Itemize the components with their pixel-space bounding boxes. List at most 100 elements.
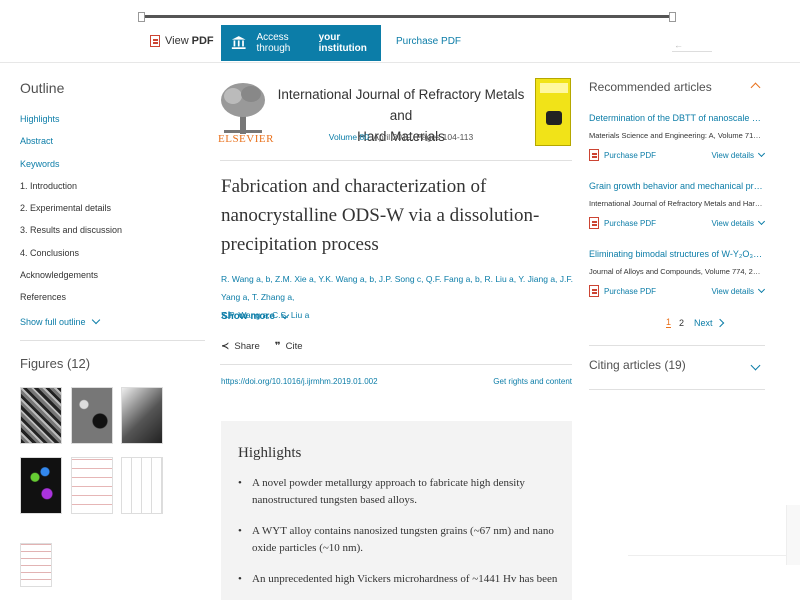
recommended-article: Grain growth behavior and mechanical pro… — [589, 181, 766, 229]
highlights-title: Highlights — [238, 445, 302, 461]
view-details-label: View details — [711, 218, 754, 228]
arrow-left-icon: ← — [674, 40, 683, 50]
meta-divider — [220, 364, 572, 365]
outline-item-acknowledgements[interactable]: Acknowledgements — [20, 270, 205, 292]
journal-meta: Volume 80, April 2019, Pages 104-113 — [276, 132, 526, 142]
recommended-title: Recommended articles — [589, 80, 712, 94]
journal-title-line1: International Journal of Refractory Meta… — [277, 87, 525, 123]
pdf-icon — [150, 35, 160, 47]
outline-item-results[interactable]: 3. Results and discussion — [20, 225, 205, 247]
share-icon: ≺ — [221, 341, 230, 352]
authors-line1[interactable]: R. Wang a, b, Z.M. Xie a, Y.K. Wang a, b… — [221, 270, 573, 306]
institution-icon — [231, 36, 246, 50]
show-more-button[interactable]: Show more — [221, 310, 290, 322]
outline-item-references[interactable]: References — [20, 292, 205, 314]
window-top-bar — [138, 12, 676, 22]
bottom-ghost-line — [628, 555, 788, 556]
doi-link[interactable]: https://doi.org/10.1016/j.ijrmhm.2019.01… — [221, 377, 378, 386]
pdf-icon — [589, 217, 599, 229]
access-bold: your institution — [318, 32, 367, 54]
outline-title: Outline — [20, 80, 65, 96]
purchase-pdf-link[interactable]: Purchase PDF — [589, 217, 656, 229]
scrollbar-ghost[interactable] — [786, 505, 800, 565]
chevron-down-icon — [757, 149, 766, 158]
header-divider — [220, 160, 572, 161]
recommended-article-title[interactable]: Determination of the DBTT of nanoscale Z… — [589, 113, 764, 123]
highlight-item: An unprecedented high Vickers microhardn… — [238, 571, 558, 588]
show-full-outline-link[interactable]: Show full outline — [20, 315, 205, 327]
journal-date-pages: , April 2019, Pages 104-113 — [368, 132, 474, 142]
publisher-logo-text: ELSEVIER — [218, 133, 274, 145]
outline-item-conclusions[interactable]: 4. Conclusions — [20, 248, 205, 270]
quote-icon: ❞ — [274, 341, 281, 352]
chevron-right-icon — [715, 318, 724, 327]
chevron-down-icon — [757, 285, 766, 294]
recommended-panel: Recommended articles Determination of th… — [589, 80, 766, 340]
pdf-icon — [589, 149, 599, 161]
next-label: Next — [694, 317, 713, 328]
share-cite-bar: ≺ Share ❞ Cite — [221, 341, 318, 352]
access-institution-button[interactable]: Access through your institution — [221, 25, 381, 61]
rights-link[interactable]: Get rights and content — [472, 377, 572, 386]
figure-thumbnail[interactable] — [20, 543, 52, 587]
next-page-button[interactable]: Next — [694, 317, 724, 328]
outline-list: Highlights Abstract Keywords 1. Introduc… — [20, 114, 205, 315]
article-title: Fabrication and characterization of nano… — [221, 176, 540, 255]
right-divider-2 — [589, 389, 765, 390]
view-details-link[interactable]: View details — [711, 217, 766, 228]
toolbar-divider — [0, 62, 800, 63]
purchase-pdf-label: Purchase PDF — [604, 286, 657, 296]
recommended-article-title[interactable]: Eliminating bimodal structures of W-Y₂O₃… — [589, 249, 764, 259]
recommended-article: Determination of the DBTT of nanoscale Z… — [589, 113, 766, 161]
view-details-link[interactable]: View details — [711, 285, 766, 296]
outline-item-highlights[interactable]: Highlights — [20, 114, 205, 136]
show-full-outline-label: Show full outline — [20, 316, 86, 327]
view-details-label: View details — [711, 150, 754, 160]
figure-thumbnail[interactable] — [121, 457, 163, 514]
outline-item-keywords[interactable]: Keywords — [20, 159, 205, 181]
share-label: Share — [234, 341, 260, 352]
chevron-down-icon[interactable] — [750, 360, 761, 371]
recommended-article-title[interactable]: Grain growth behavior and mechanical pro… — [589, 181, 764, 191]
chevron-down-icon — [280, 310, 290, 320]
view-pdf-label: View — [165, 35, 189, 47]
view-pdf-button[interactable]: View PDF — [150, 35, 214, 47]
figure-thumbnail[interactable] — [20, 457, 62, 514]
purchase-pdf-link[interactable]: Purchase PDF — [589, 285, 656, 297]
right-divider — [589, 345, 765, 346]
purchase-pdf-label: Purchase PDF — [604, 150, 657, 160]
share-button[interactable]: ≺ Share — [221, 341, 260, 352]
chevron-down-icon — [91, 315, 100, 325]
outline-item-abstract[interactable]: Abstract — [20, 136, 205, 158]
access-label: Access through — [256, 32, 291, 54]
recommended-article: Eliminating bimodal structures of W-Y₂O₃… — [589, 249, 766, 297]
purchase-pdf-label: Purchase PDF — [604, 218, 657, 228]
purchase-pdf-link[interactable]: Purchase PDF — [589, 149, 656, 161]
highlights-section: Highlights A novel powder metallurgy app… — [221, 421, 572, 600]
page-current[interactable]: 1 — [666, 317, 672, 328]
recommended-article-source: Journal of Alloys and Compounds, Volume … — [589, 267, 764, 276]
outline-item-experimental[interactable]: 2. Experimental details — [20, 203, 205, 225]
citing-articles-title[interactable]: Citing articles (19) — [589, 358, 686, 372]
highlight-item: A WYT alloy contains nanosized tungsten … — [238, 523, 558, 557]
outline-item-introduction[interactable]: 1. Introduction — [20, 181, 205, 203]
figure-thumbnail[interactable] — [121, 387, 163, 444]
purchase-pdf-button[interactable]: Purchase PDF — [396, 36, 461, 47]
cite-button[interactable]: ❞ Cite — [275, 341, 303, 352]
figure-thumbnail[interactable] — [71, 387, 113, 444]
view-details-link[interactable]: View details — [711, 149, 766, 160]
page-2[interactable]: 2 — [679, 318, 684, 328]
figure-thumbnail[interactable] — [20, 387, 62, 444]
left-divider — [20, 340, 205, 341]
journal-cover-image[interactable] — [535, 78, 571, 146]
volume-link[interactable]: Volume 80 — [329, 132, 369, 142]
highlight-item: A novel powder metallurgy approach to fa… — [238, 475, 558, 509]
cite-label: Cite — [285, 341, 303, 352]
recommended-article-source: Materials Science and Engineering: A, Vo… — [589, 131, 764, 140]
view-details-label: View details — [711, 286, 754, 296]
view-pdf-bold: PDF — [191, 35, 214, 47]
show-more-label: Show more — [221, 311, 275, 322]
figure-thumbnail[interactable] — [71, 457, 113, 514]
highlights-list: A novel powder metallurgy approach to fa… — [238, 475, 558, 600]
search-field-ghost[interactable]: ← — [672, 40, 712, 52]
